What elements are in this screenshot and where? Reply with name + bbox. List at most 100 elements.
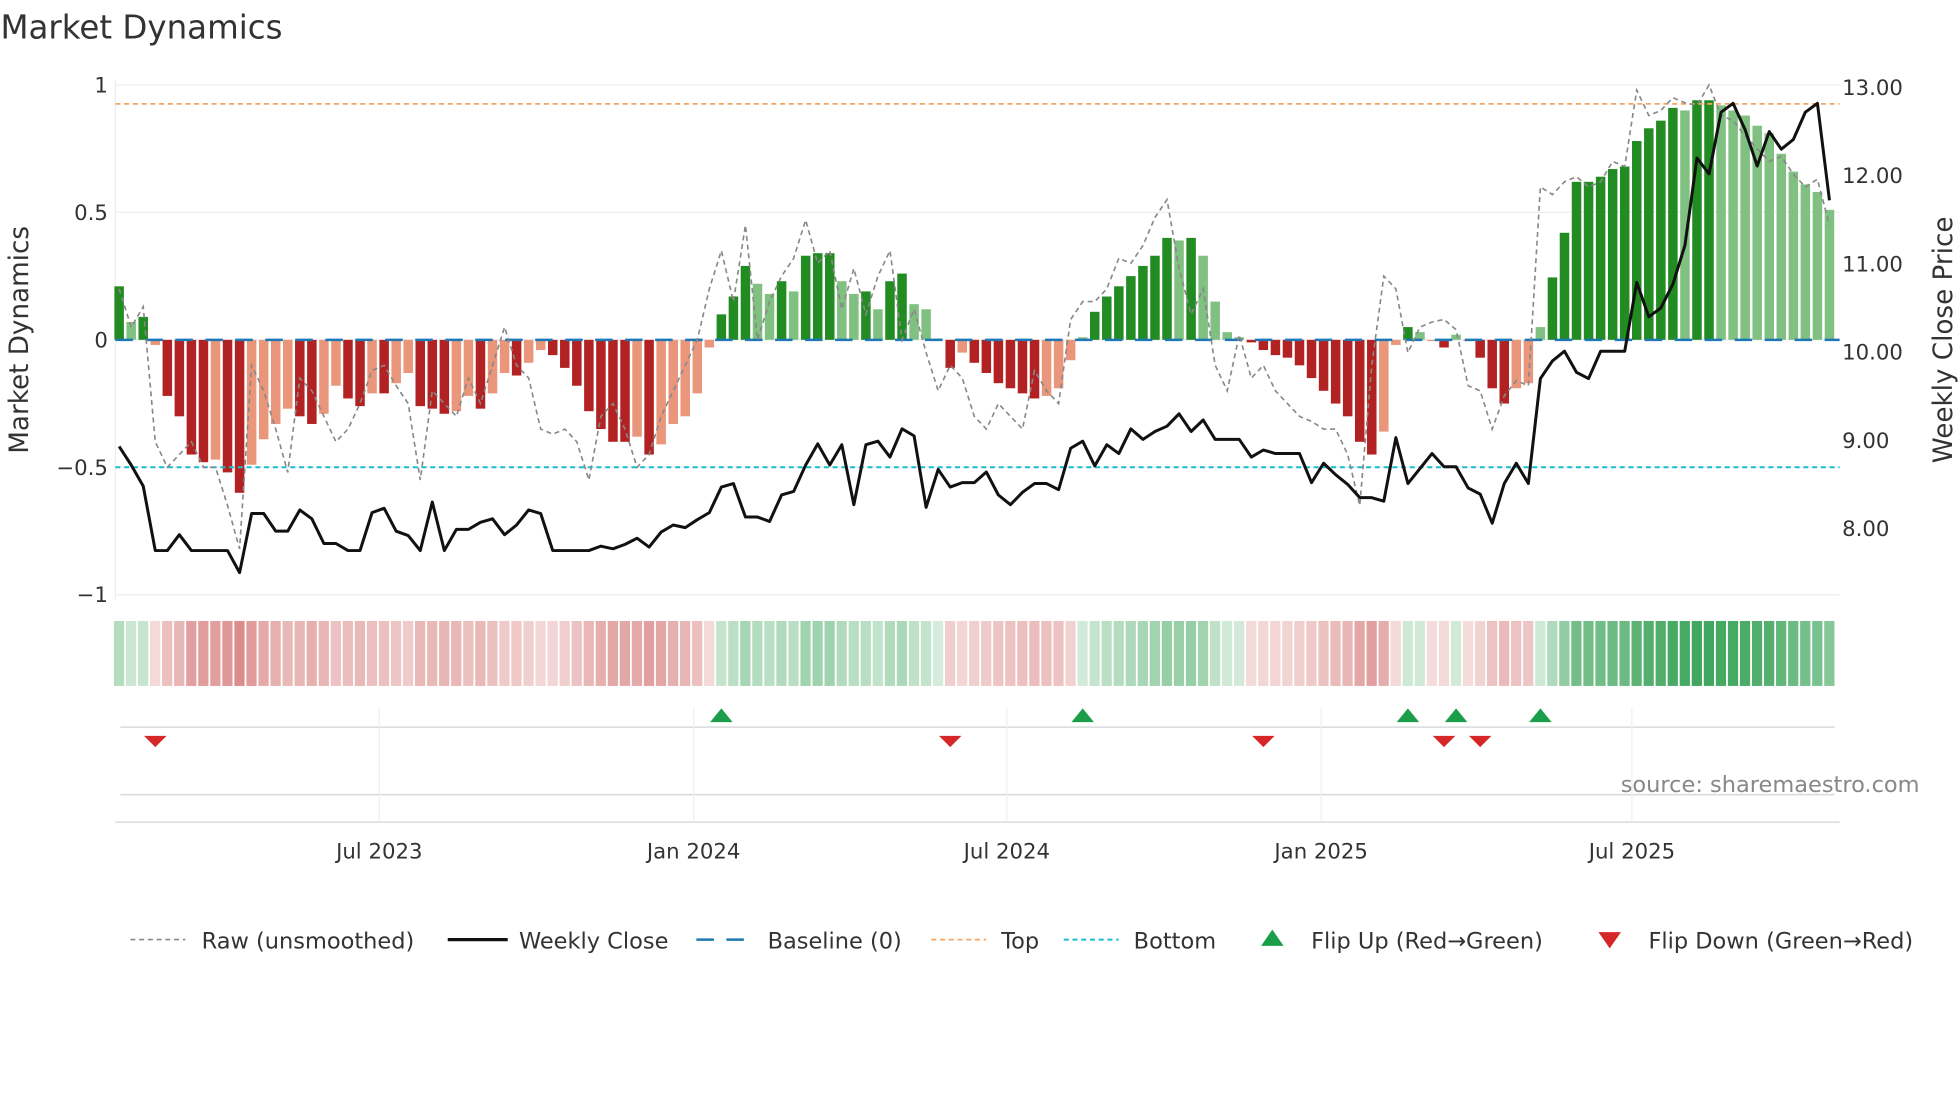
strip-cell — [390, 620, 402, 686]
strip-cell — [1535, 620, 1546, 686]
strip-cell — [439, 620, 450, 686]
strip-cell — [210, 620, 221, 686]
flip-up-marker — [1071, 708, 1094, 723]
x-ticks: Jul 2023 Jan 2024 Jul 2024 Jan 2025 Jul 2025 — [334, 839, 1675, 864]
dynamics-bar — [487, 339, 498, 394]
strip-cell — [246, 620, 257, 686]
dynamics-bar — [1824, 209, 1835, 340]
dynamics-bar — [704, 339, 715, 348]
strip-cell — [1378, 620, 1389, 686]
strip-cell — [1161, 620, 1173, 686]
strip-cell — [740, 620, 751, 686]
strip-cell — [1306, 620, 1317, 686]
dynamics-bar — [1571, 181, 1582, 340]
strip-cell — [764, 620, 775, 686]
x-tick-label: Jul 2023 — [334, 839, 422, 864]
dynamics-bar — [1174, 240, 1184, 340]
y-tick-label: −0.5 — [56, 456, 108, 481]
x-tick-label: Jan 2025 — [1272, 839, 1368, 864]
strip-cell — [993, 620, 1004, 686]
y-tick-label: 0.5 — [74, 201, 108, 226]
dynamics-bar — [1186, 237, 1196, 340]
strip-cell — [1173, 620, 1185, 686]
dynamics-bar — [1294, 339, 1305, 366]
triangle-down-icon — [1598, 932, 1621, 949]
dynamics-bar — [572, 339, 582, 386]
strip-cell — [475, 620, 486, 686]
strip-cell — [1017, 620, 1028, 686]
strip-cell — [306, 620, 317, 686]
dynamics-bar — [800, 255, 811, 340]
dynamics-bar — [499, 339, 510, 373]
dynamics-bar — [957, 339, 968, 353]
dynamics-bar — [547, 339, 558, 356]
strip-cell — [1523, 620, 1534, 686]
dynamics-bar — [198, 339, 209, 463]
x-tick-label: Jul 2024 — [962, 839, 1050, 864]
dynamics-bar — [1607, 169, 1618, 340]
dynamics-bar — [945, 339, 955, 368]
legend-label: Flip Up (Red→Green) — [1311, 928, 1543, 954]
strip-cell — [1089, 620, 1100, 686]
dynamics-bar — [1005, 339, 1016, 389]
dynamics-bar — [1150, 255, 1160, 340]
legend-item-up: Flip Up (Red→Green) — [1261, 928, 1543, 954]
dynamics-bar — [1583, 181, 1594, 340]
strip-cell — [282, 620, 293, 686]
strip-cell — [595, 620, 606, 686]
strip-cell — [800, 620, 811, 686]
dynamics-bar — [331, 339, 341, 386]
strip-cell — [1053, 620, 1064, 686]
dynamics-bar — [716, 314, 727, 340]
strip-cell — [234, 620, 245, 686]
dynamics-bar — [1668, 107, 1678, 340]
strip-cell — [1547, 620, 1558, 686]
x-tick-label: Jul 2025 — [1587, 839, 1675, 864]
dynamics-bar — [186, 339, 197, 455]
dynamics-bar — [1126, 276, 1136, 340]
dynamics-bar — [1318, 339, 1329, 391]
legend-item-baseline: Baseline (0) — [696, 928, 902, 954]
dynamics-bar — [1764, 133, 1774, 340]
dynamics-bar — [511, 339, 522, 376]
strip-cell — [342, 620, 353, 686]
strip-cell — [487, 620, 498, 686]
strip-cell — [1209, 620, 1221, 686]
strip-cell — [1667, 620, 1678, 686]
strip-cell — [523, 620, 534, 686]
dynamics-bar — [1619, 166, 1630, 340]
dynamics-bar — [620, 339, 630, 442]
strip-cell — [330, 620, 341, 686]
strip-cell — [1739, 620, 1751, 686]
dynamics-bar — [921, 309, 931, 340]
strip-cell — [1029, 620, 1040, 686]
dynamics-bar — [1812, 192, 1823, 340]
strip-cell — [872, 620, 883, 686]
dynamics-bar — [451, 339, 462, 412]
dynamics-bar — [415, 339, 426, 407]
x-tick-label: Jan 2024 — [645, 839, 741, 864]
dynamics-bar — [391, 339, 401, 384]
dynamics-bar — [1776, 153, 1787, 340]
strip-cell — [848, 620, 859, 686]
strip-cell — [1751, 620, 1763, 686]
dynamics-bar — [1162, 237, 1172, 340]
dynamics-bar — [1499, 339, 1510, 404]
flip-down-marker — [938, 735, 962, 748]
dynamics-bar — [584, 339, 594, 412]
dynamics-bar — [1306, 339, 1317, 379]
dynamics-bar — [222, 339, 233, 473]
dynamics-bar — [740, 265, 751, 340]
y2-tick-label: 9.00 — [1842, 429, 1889, 454]
dynamics-bar — [1740, 115, 1750, 340]
strip-cell — [1270, 620, 1281, 686]
strip-cell — [1607, 620, 1618, 686]
dynamics-bar — [1475, 339, 1485, 358]
y-tick-label: −1 — [77, 583, 108, 608]
strip-cell — [162, 620, 173, 686]
y-tick-label: 1 — [94, 73, 108, 98]
y2-tick-label: 10.00 — [1842, 341, 1903, 366]
dynamics-bar — [1704, 100, 1714, 340]
y2-tick-label: 13.00 — [1842, 76, 1903, 101]
strip-cell — [752, 620, 763, 686]
